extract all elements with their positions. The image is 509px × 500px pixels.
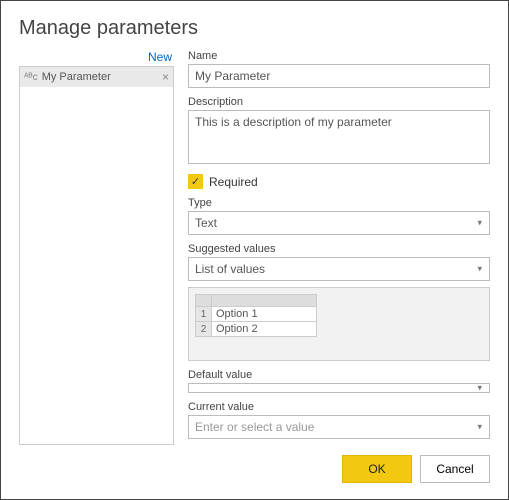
row-number: 1 <box>196 307 212 322</box>
parameter-item[interactable]: ᴬᴮc My Parameter × <box>20 67 173 87</box>
manage-parameters-dialog: Manage parameters New ᴬᴮc My Parameter ×… <box>0 0 509 500</box>
description-input[interactable]: This is a description of my parameter <box>188 110 490 164</box>
grid-col-header <box>212 295 317 307</box>
new-parameter-link[interactable]: New <box>19 50 174 66</box>
form-panel: Name Description This is a description o… <box>188 50 490 445</box>
close-icon[interactable]: × <box>162 70 169 84</box>
suggested-select[interactable]: List of values <box>188 257 490 281</box>
table-row[interactable]: 2 Option 2 <box>196 322 317 337</box>
type-select[interactable]: Text <box>188 211 490 235</box>
parameter-item-label: My Parameter <box>42 71 162 83</box>
required-label: Required <box>209 175 258 189</box>
values-grid: 1 Option 1 2 Option 2 <box>195 294 317 337</box>
value-cell[interactable]: Option 2 <box>212 322 317 337</box>
suggested-select-wrap: List of values ▾ <box>188 257 490 281</box>
name-input[interactable] <box>188 64 490 88</box>
default-label: Default value <box>188 369 490 381</box>
type-select-wrap: Text ▾ <box>188 211 490 235</box>
value-cell[interactable]: Option 1 <box>212 307 317 322</box>
name-label: Name <box>188 50 490 62</box>
parameter-list: ᴬᴮc My Parameter × <box>19 66 174 445</box>
dialog-footer: OK Cancel <box>19 455 490 483</box>
row-number: 2 <box>196 322 212 337</box>
cancel-button[interactable]: Cancel <box>420 455 490 483</box>
grid-corner <box>196 295 212 307</box>
current-select-wrap: Enter or select a value ▾ <box>188 415 490 439</box>
description-label: Description <box>188 96 490 108</box>
current-select[interactable]: Enter or select a value <box>188 415 490 439</box>
values-box: 1 Option 1 2 Option 2 <box>188 287 490 361</box>
sidebar: New ᴬᴮc My Parameter × <box>19 50 174 445</box>
text-type-icon: ᴬᴮc <box>24 72 38 83</box>
dialog-body: New ᴬᴮc My Parameter × Name Description … <box>19 50 490 445</box>
dialog-title: Manage parameters <box>19 17 490 40</box>
suggested-label: Suggested values <box>188 243 490 255</box>
table-row[interactable]: 1 Option 1 <box>196 307 317 322</box>
type-label: Type <box>188 197 490 209</box>
required-checkbox[interactable]: ✓ <box>188 174 203 189</box>
default-select-wrap: ▾ <box>188 383 490 393</box>
current-label: Current value <box>188 401 490 413</box>
required-row: ✓ Required <box>188 174 490 189</box>
default-select[interactable] <box>188 383 490 393</box>
ok-button[interactable]: OK <box>342 455 412 483</box>
